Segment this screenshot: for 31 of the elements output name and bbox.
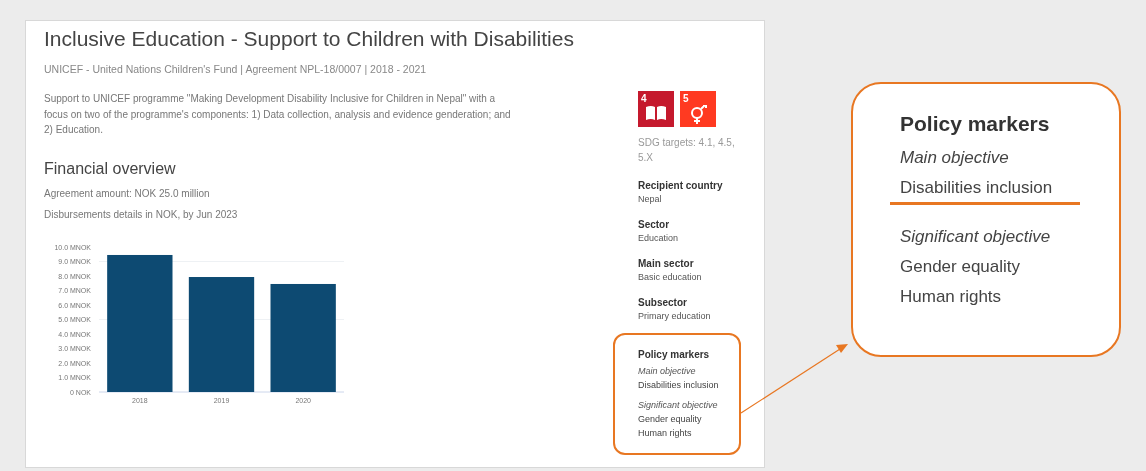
financial-info: Agreement amount: NOK 25.0 million (44, 187, 211, 199)
sdg-tile[interactable]: 4 (638, 91, 674, 127)
objective-label: Main objective (638, 366, 697, 376)
book-icon (645, 105, 667, 121)
sdg-tile[interactable]: 5 (680, 91, 716, 127)
policy-marker: Gender equality (900, 257, 1021, 277)
field-value: Primary education (638, 311, 712, 321)
callout-heading: Policy markers (900, 112, 1051, 136)
field-label: Subsector (638, 297, 688, 308)
project-title: Inclusive Education - Support to Children with Disabilities (44, 27, 575, 51)
field-label: Policy markers (638, 349, 711, 360)
project-subtitle: UNICEF - United Nations Children's Fund | Agreement NPL-18/0007 | 2018 - 2021 (44, 63, 428, 75)
policy-marker: Human rights (900, 287, 1002, 307)
policy-marker: Gender equality (638, 414, 703, 424)
gender-symbol-icon (688, 105, 708, 125)
section-heading: Financial overview (44, 159, 177, 178)
objective-label: Main objective (900, 148, 1010, 168)
financial-info: Disbursements details in NOK, by Jun 2023 (44, 208, 239, 220)
field-value: Nepal (638, 194, 663, 204)
project-description: Support to UNICEF programme "Making Development Disability Inclusive for Children in Nepal" with a focus on two of the programme's components: 1) Data collection, analysis and evidence genderation; and 2) Education. (44, 92, 512, 137)
field-label: Main sector (638, 258, 695, 269)
field-label: Sector (638, 219, 671, 230)
policy-marker: Disabilities inclusion (638, 380, 720, 390)
policy-marker: Human rights (638, 428, 693, 438)
objective-label: Significant objective (900, 227, 1052, 247)
policy-marker: Disabilities inclusion (900, 178, 1053, 198)
field-value: Education (638, 233, 680, 243)
field-label: Recipient country (638, 180, 724, 191)
objective-label: Significant objective (638, 400, 719, 410)
field-value: Basic education (638, 272, 703, 282)
sdg-targets: SDG targets: 4.1, 4.5, 5.X (638, 136, 736, 165)
